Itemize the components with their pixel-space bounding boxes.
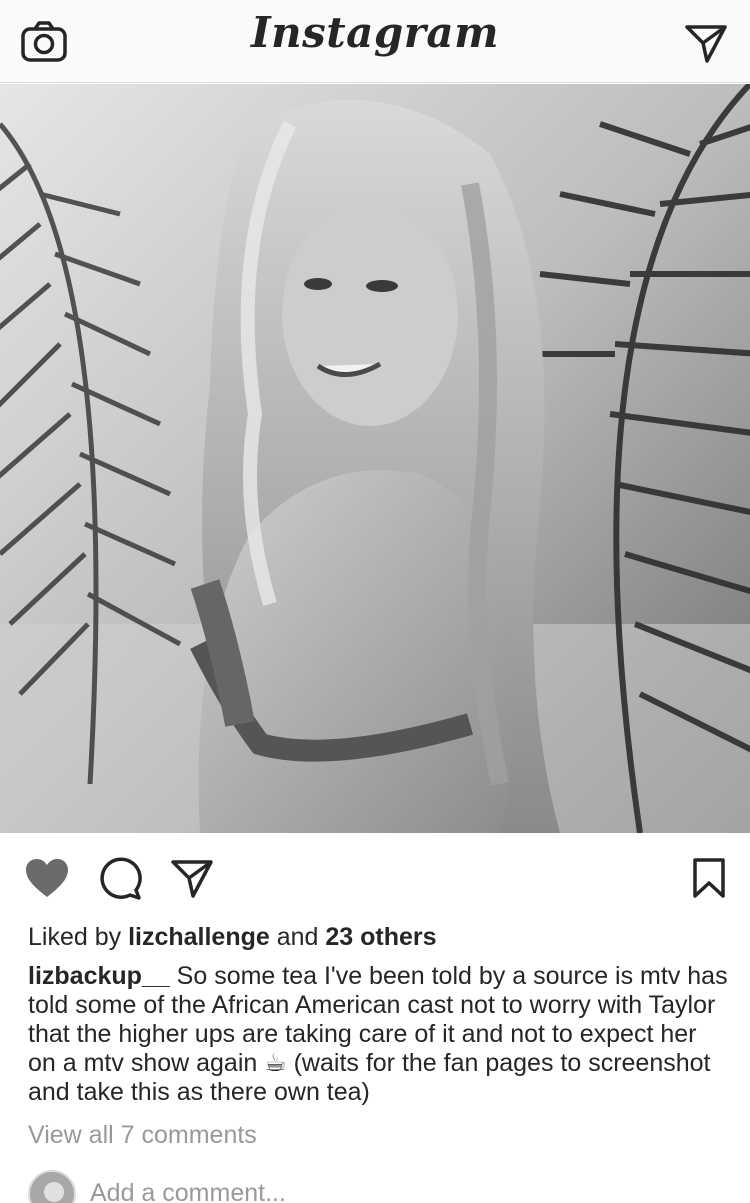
view-all-comments-link[interactable]: View all 7 comments bbox=[28, 1120, 257, 1150]
avatar bbox=[28, 1170, 76, 1203]
bookmark-icon[interactable] bbox=[692, 857, 726, 899]
likes-prefix: Liked by bbox=[28, 923, 129, 951]
liker-username[interactable]: lizchallenge bbox=[128, 923, 270, 951]
likes-others-count[interactable]: 23 others bbox=[325, 923, 436, 951]
add-comment-input[interactable]: Add a comment... bbox=[90, 1179, 286, 1203]
avatar-image bbox=[30, 1172, 74, 1203]
post-action-bar bbox=[0, 833, 750, 923]
add-comment-row: Add a comment... bbox=[0, 1165, 750, 1203]
post-photo-image bbox=[0, 84, 750, 833]
instagram-logo: Instagram bbox=[250, 8, 500, 57]
post-photo[interactable] bbox=[0, 84, 750, 833]
likes-middle: and bbox=[269, 923, 326, 951]
top-navigation-bar: Instagram bbox=[0, 0, 750, 83]
direct-message-icon[interactable] bbox=[684, 22, 728, 64]
heart-icon[interactable] bbox=[24, 857, 70, 899]
likes-summary: Liked by lizchallenge and 23 others bbox=[28, 922, 437, 952]
comment-icon[interactable] bbox=[98, 857, 142, 901]
post-caption: lizbackup__ So some tea I've been told b… bbox=[28, 962, 728, 1107]
share-icon[interactable] bbox=[170, 857, 214, 899]
caption-username[interactable]: lizbackup__ bbox=[28, 962, 170, 990]
